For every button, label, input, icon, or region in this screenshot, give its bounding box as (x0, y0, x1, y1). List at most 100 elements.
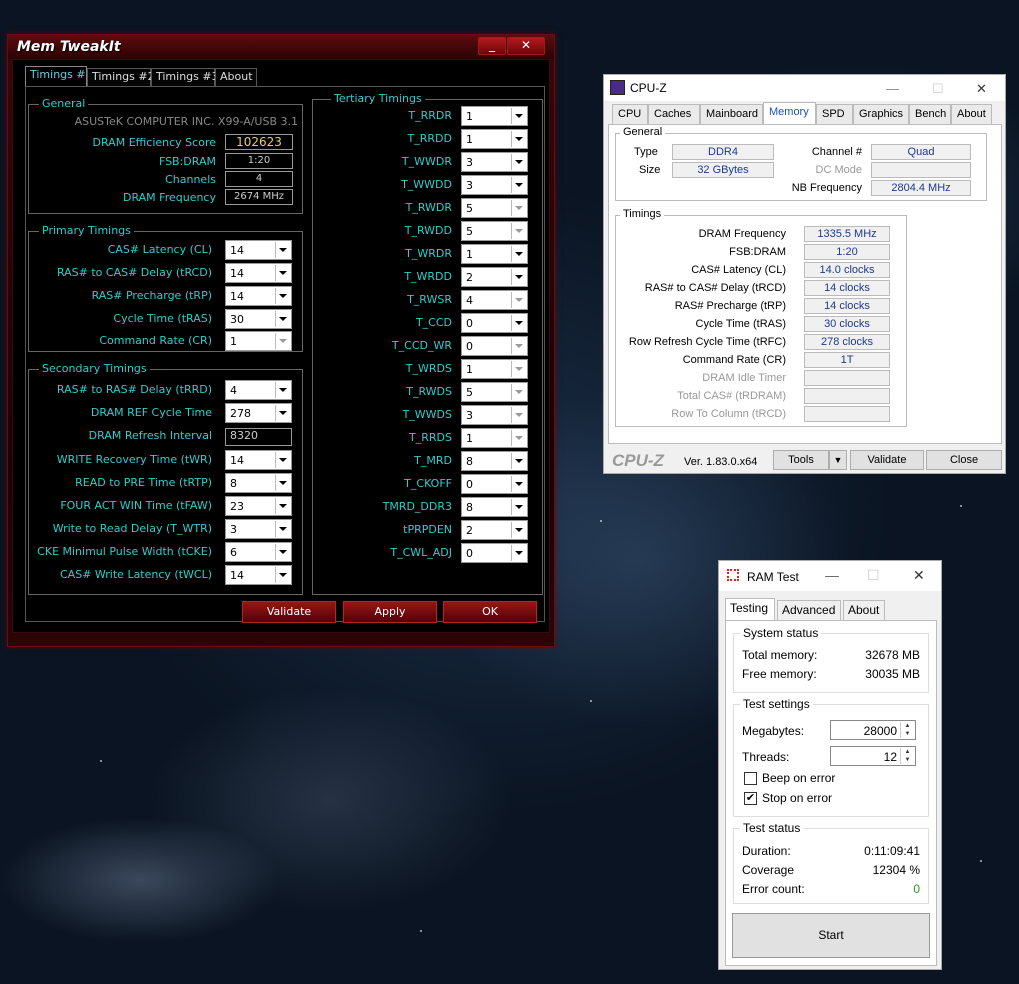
timing-dropdown[interactable]: 1 (225, 331, 292, 351)
timing-dropdown[interactable]: 3 (461, 152, 528, 172)
chevron-down-icon[interactable] (275, 475, 290, 491)
timing-dropdown[interactable]: 0 (461, 543, 528, 563)
ok-button[interactable]: OK (443, 601, 537, 623)
chevron-down-icon[interactable] (275, 265, 290, 281)
chevron-down-icon[interactable] (275, 521, 290, 537)
chevron-down-icon[interactable] (511, 384, 526, 400)
chevron-down-icon[interactable] (511, 499, 526, 515)
tab-about[interactable]: About (951, 104, 992, 124)
chevron-down-icon[interactable] (511, 522, 526, 538)
chevron-down-icon[interactable] (275, 382, 290, 398)
maximize-icon[interactable]: ☐ (932, 81, 944, 97)
timing-dropdown[interactable]: 1 (461, 244, 528, 264)
timing-dropdown[interactable]: 1 (461, 359, 528, 379)
timing-dropdown[interactable]: 4 (461, 290, 528, 310)
chevron-down-icon[interactable] (275, 544, 290, 560)
tab-about[interactable]: About (843, 600, 885, 620)
timing-dropdown[interactable]: 2 (461, 267, 528, 287)
timing-dropdown[interactable]: 278 (225, 403, 292, 423)
beep-on-error-checkbox[interactable] (744, 772, 757, 785)
chevron-down-icon[interactable] (275, 405, 290, 421)
chevron-down-icon[interactable] (511, 338, 526, 354)
tab-spd[interactable]: SPD (816, 104, 853, 124)
tab-timings-1[interactable]: Timings #1 (25, 66, 93, 86)
tools-button[interactable]: Tools (773, 450, 829, 470)
tab-advanced[interactable]: Advanced (777, 600, 841, 620)
timing-dropdown[interactable]: 5 (461, 198, 528, 218)
chevron-down-icon[interactable] (511, 292, 526, 308)
minimize-icon[interactable]: — (825, 567, 839, 583)
tab-memory[interactable]: Memory (763, 102, 816, 124)
timing-dropdown[interactable]: 6 (225, 542, 292, 562)
timing-dropdown[interactable]: 3 (461, 175, 528, 195)
close-button[interactable]: ✕ (507, 37, 545, 55)
chevron-down-icon[interactable] (511, 108, 526, 124)
close-icon[interactable]: ✕ (976, 81, 987, 97)
timing-dropdown[interactable]: 14 (225, 450, 292, 470)
timing-dropdown[interactable]: 1 (461, 129, 528, 149)
tab-graphics[interactable]: Graphics (853, 104, 909, 124)
tab-timings-3[interactable]: Timings #3 (151, 68, 219, 86)
timing-dropdown[interactable]: 2 (461, 520, 528, 540)
timing-dropdown[interactable]: 23 (225, 496, 292, 516)
spinner-arrows-icon[interactable]: ▲ ▼ (900, 722, 914, 738)
timing-dropdown[interactable]: 5 (461, 221, 528, 241)
timing-dropdown[interactable]: 3 (461, 405, 528, 425)
title-bar[interactable]: CPU-Z — ☐ ✕ (604, 75, 1005, 101)
tab-caches[interactable]: Caches (648, 104, 700, 124)
tab-bench[interactable]: Bench (909, 104, 951, 124)
megabytes-spinner[interactable]: 28000 ▲ ▼ (830, 720, 916, 740)
timing-dropdown[interactable]: 14 (225, 565, 292, 585)
threads-spinner[interactable]: 12 ▲ ▼ (830, 746, 916, 766)
chevron-down-icon[interactable] (511, 131, 526, 147)
spinner-arrows-icon[interactable]: ▲ ▼ (900, 748, 914, 764)
tab-mainboard[interactable]: Mainboard (700, 104, 763, 124)
timing-dropdown[interactable]: 1 (461, 106, 528, 126)
timing-dropdown[interactable]: 0 (461, 313, 528, 333)
chevron-down-icon[interactable] (511, 545, 526, 561)
chevron-down-icon[interactable] (511, 453, 526, 469)
stop-on-error-label[interactable]: Stop on error (762, 791, 832, 805)
chevron-down-icon[interactable] (511, 177, 526, 193)
chevron-down-icon[interactable] (511, 407, 526, 423)
timing-dropdown[interactable]: 30 (225, 309, 292, 329)
timing-dropdown[interactable]: 0 (461, 474, 528, 494)
chevron-down-icon[interactable] (275, 567, 290, 583)
chevron-down-icon[interactable] (511, 430, 526, 446)
chevron-down-icon[interactable] (511, 246, 526, 262)
chevron-down-icon[interactable] (511, 269, 526, 285)
close-button[interactable]: Close (926, 450, 1002, 470)
timing-dropdown[interactable]: 5 (461, 382, 528, 402)
title-bar[interactable]: Mem TweakIt _ ✕ (8, 35, 554, 59)
chevron-down-icon[interactable] (511, 200, 526, 216)
chevron-down-icon[interactable] (511, 154, 526, 170)
chevron-down-icon[interactable] (511, 361, 526, 377)
minimize-icon[interactable]: — (886, 81, 899, 96)
chevron-down-icon[interactable] (275, 452, 290, 468)
timing-dropdown[interactable]: 0 (461, 336, 528, 356)
tools-dropdown-button[interactable]: ▼ (829, 450, 847, 470)
tab-about[interactable]: About (215, 68, 257, 86)
tab-testing[interactable]: Testing (725, 598, 775, 620)
chevron-down-icon[interactable] (511, 223, 526, 239)
maximize-icon[interactable]: ☐ (867, 567, 880, 584)
beep-on-error-label[interactable]: Beep on error (762, 771, 835, 785)
minimize-button[interactable]: _ (478, 37, 506, 55)
close-icon[interactable]: ✕ (913, 567, 925, 584)
chevron-down-icon[interactable] (275, 498, 290, 514)
chevron-down-icon[interactable] (511, 315, 526, 331)
timing-dropdown[interactable]: 14 (225, 263, 292, 283)
title-bar[interactable]: RAM Test — ☐ ✕ (719, 561, 941, 591)
chevron-down-icon[interactable] (275, 242, 290, 258)
chevron-down-icon[interactable] (275, 311, 290, 327)
tab-timings-2[interactable]: Timings #2 (87, 68, 155, 86)
validate-button[interactable]: Validate (850, 450, 924, 470)
stop-on-error-checkbox[interactable]: ✔ (744, 792, 757, 805)
chevron-down-icon[interactable] (275, 333, 290, 349)
validate-button[interactable]: Validate (242, 601, 336, 623)
chevron-down-icon[interactable] (275, 288, 290, 304)
tab-cpu[interactable]: CPU (612, 104, 648, 124)
timing-dropdown[interactable]: 8 (461, 497, 528, 517)
timing-dropdown[interactable]: 14 (225, 240, 292, 260)
start-button[interactable]: Start (732, 913, 930, 958)
